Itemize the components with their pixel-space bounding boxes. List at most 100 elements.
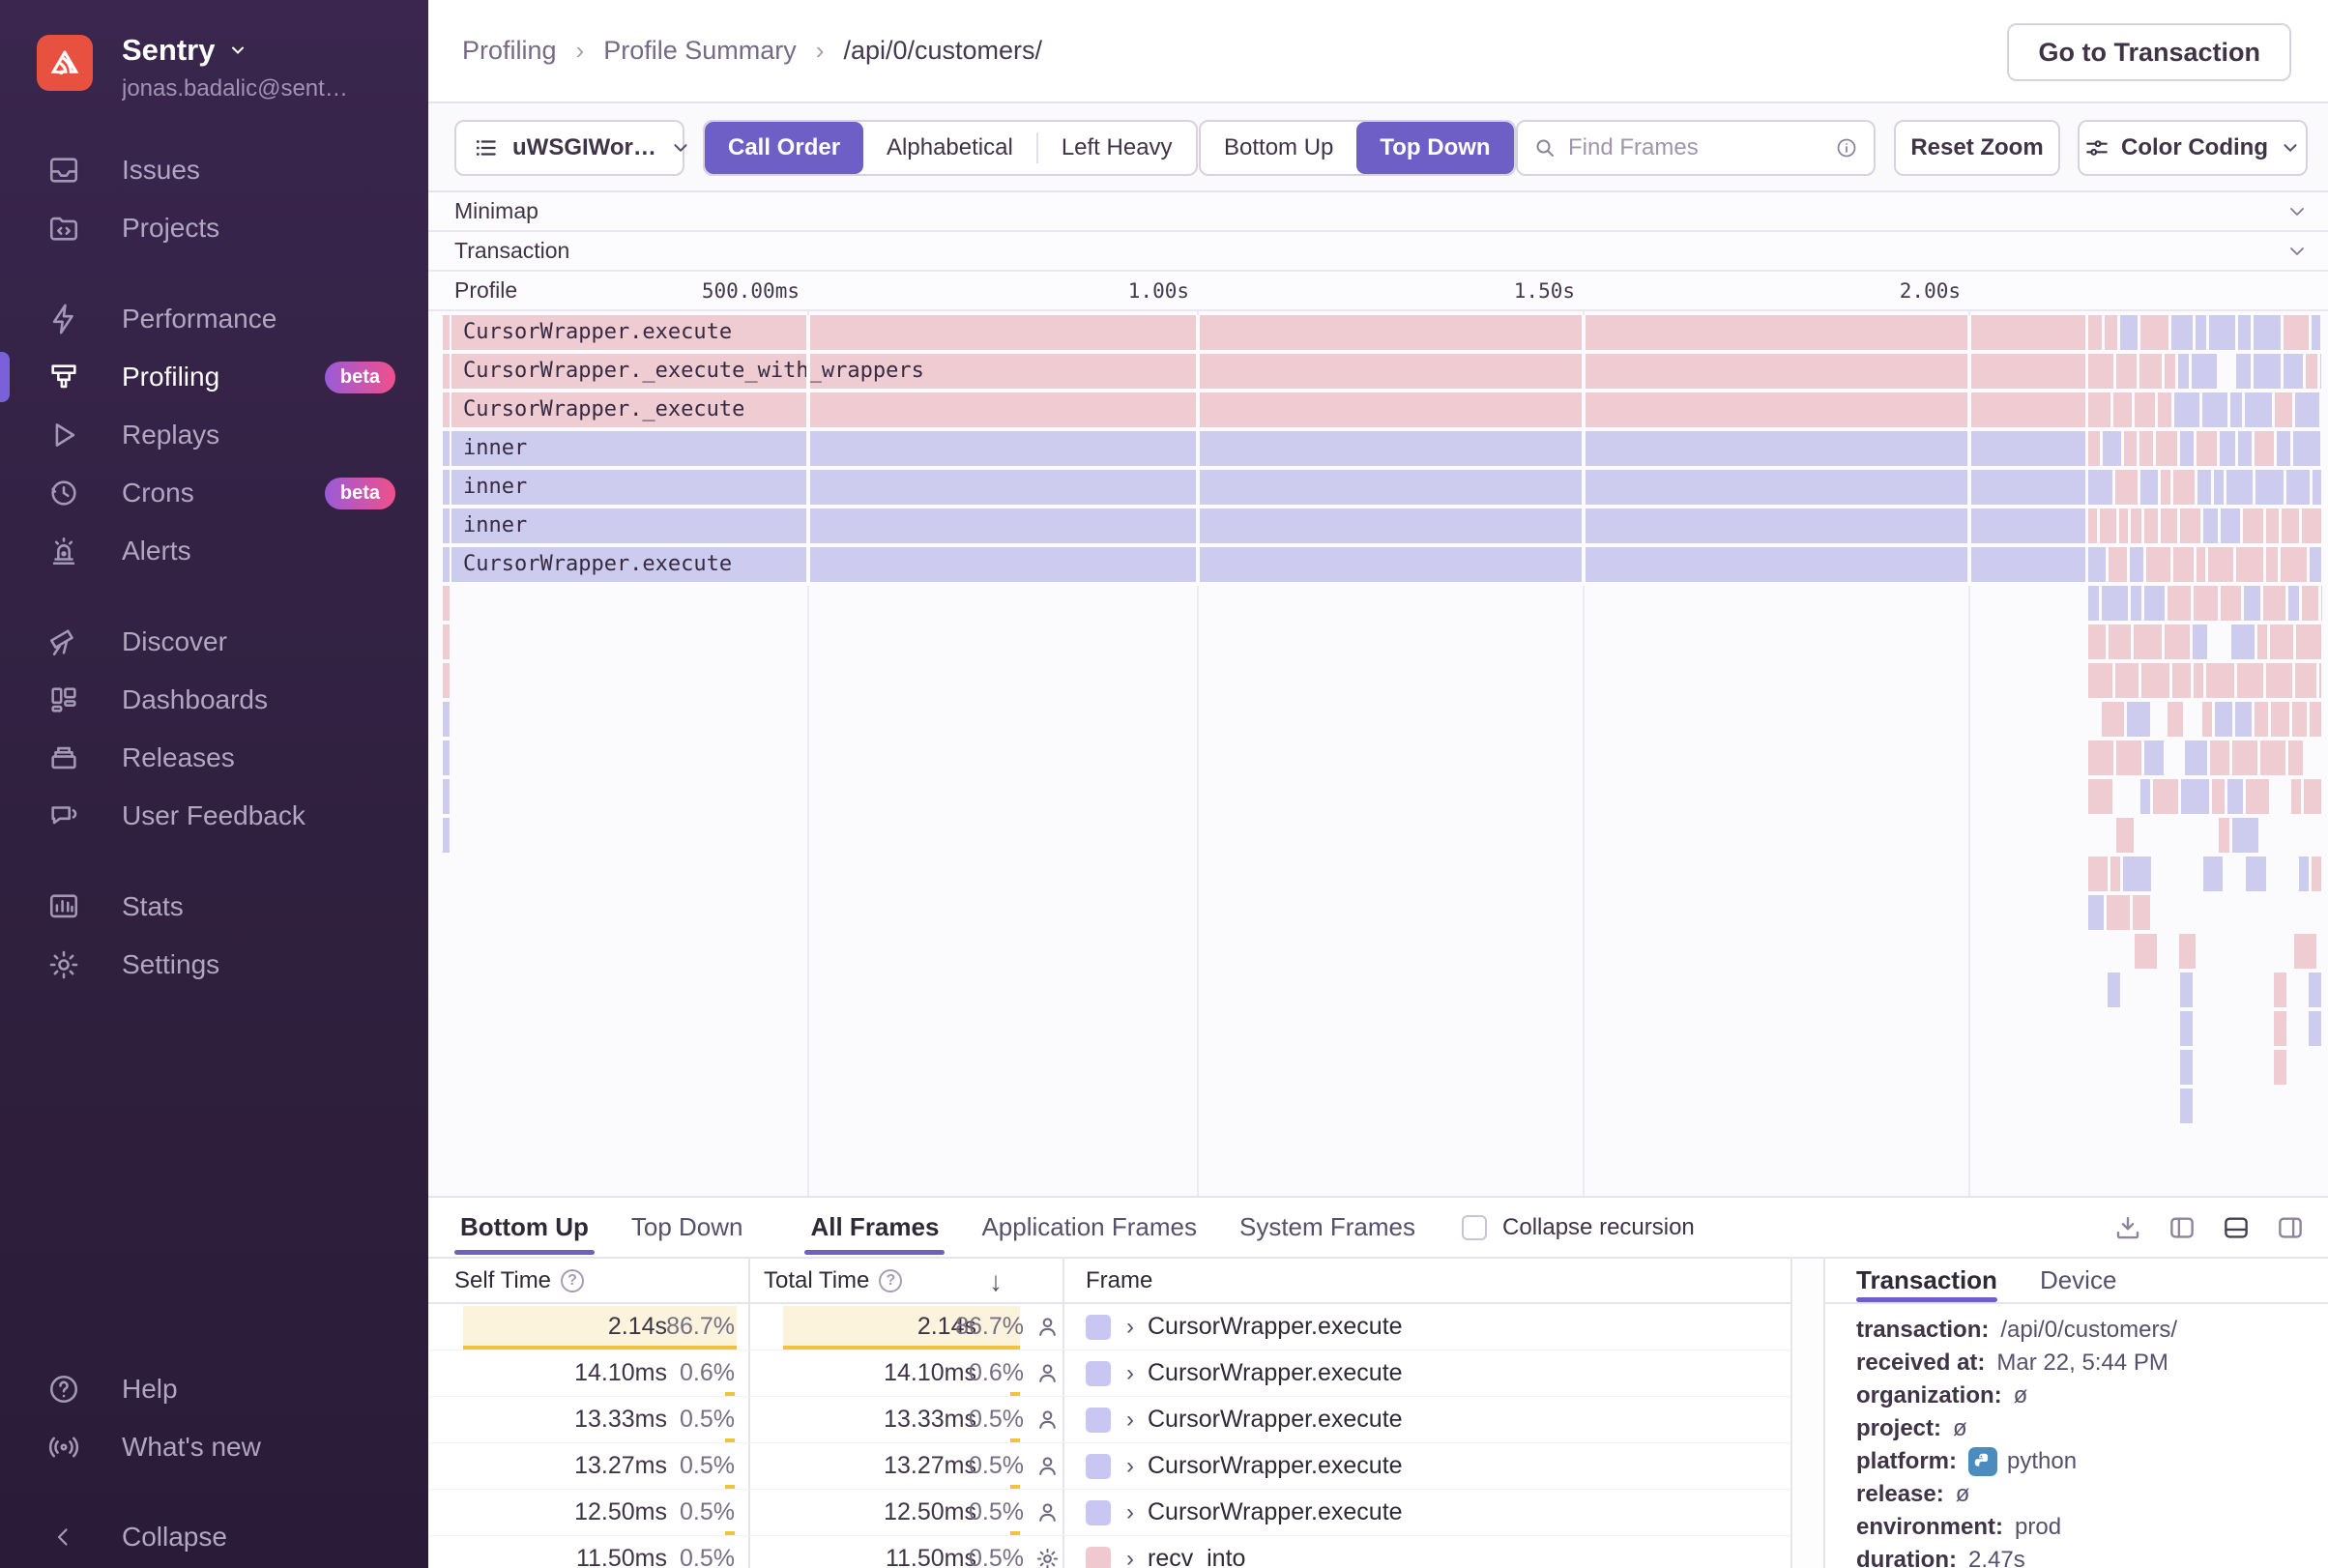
flame-frame-small[interactable] xyxy=(2088,431,2101,466)
flame-frame-small[interactable] xyxy=(2230,624,2255,659)
flame-frame-small[interactable] xyxy=(2266,547,2278,582)
flame-frame-small[interactable] xyxy=(2161,470,2170,505)
flame-frame-small[interactable] xyxy=(2295,663,2317,698)
flame-frame-small[interactable] xyxy=(2133,895,2151,930)
flame-frame-small[interactable] xyxy=(2227,779,2243,814)
flame-frame-small[interactable] xyxy=(2194,586,2218,621)
flame-frame-small[interactable] xyxy=(2303,779,2321,814)
flame-frame-small[interactable] xyxy=(2254,315,2281,350)
flame-frame-small[interactable] xyxy=(2235,702,2252,737)
flame-frame-small[interactable] xyxy=(2309,702,2321,737)
flame-frame-small[interactable] xyxy=(2135,934,2158,969)
flame-frame-small[interactable] xyxy=(2171,315,2194,350)
flame-frame-small[interactable] xyxy=(2292,702,2307,737)
flame-frame-small[interactable] xyxy=(2124,431,2138,466)
flame-frame-small[interactable] xyxy=(2230,392,2242,427)
flame-frame-small[interactable] xyxy=(2153,779,2179,814)
flame-frame-small[interactable] xyxy=(2203,508,2218,543)
user-icon[interactable] xyxy=(1034,1314,1061,1340)
flame-frame-small[interactable] xyxy=(2253,354,2281,389)
flame-frame-sliver[interactable] xyxy=(443,624,450,659)
flame-frame-small[interactable] xyxy=(2263,586,2285,621)
flame-frame-small[interactable] xyxy=(2226,470,2253,505)
gear-icon[interactable] xyxy=(1034,1546,1061,1568)
flame-frame-small[interactable] xyxy=(2180,1050,2193,1085)
flame-frame-small[interactable] xyxy=(2274,973,2286,1007)
tab-top-down[interactable]: Top Down xyxy=(626,1198,749,1257)
flame-frame-small[interactable] xyxy=(2265,663,2293,698)
flame-frame-small[interactable] xyxy=(2108,973,2120,1007)
flame-frame-small[interactable] xyxy=(2280,547,2308,582)
flame-frame-small[interactable] xyxy=(2180,508,2201,543)
flame-frame-small[interactable] xyxy=(2202,392,2228,427)
flame-frame-sliver[interactable] xyxy=(443,508,450,543)
flame-frame-small[interactable] xyxy=(2143,586,2166,621)
reset-zoom-button[interactable]: Reset Zoom xyxy=(1894,120,2060,176)
flame-frame-small[interactable] xyxy=(2192,354,2217,389)
flame-frame-small[interactable] xyxy=(2172,470,2195,505)
frame-header[interactable]: Frame xyxy=(1086,1259,1152,1302)
flame-frame-small[interactable] xyxy=(2134,624,2162,659)
flame-frame-small[interactable] xyxy=(2192,624,2208,659)
sidebar-item-what-s-new[interactable]: What's new xyxy=(0,1418,428,1476)
flame-frame-small[interactable] xyxy=(2130,586,2141,621)
flame-frame-small[interactable] xyxy=(2115,470,2139,505)
flame-frame-small[interactable] xyxy=(2115,663,2139,698)
flame-frame-small[interactable] xyxy=(2283,354,2304,389)
flame-frame-small[interactable] xyxy=(2088,624,2106,659)
flame-frame-small[interactable] xyxy=(2302,508,2321,543)
transaction-band[interactable]: Transaction xyxy=(428,232,2328,272)
sidebar-item-releases[interactable]: Releases xyxy=(0,729,428,787)
flame-frame-small[interactable] xyxy=(2255,470,2284,505)
sort-option-left-heavy[interactable]: Left Heavy xyxy=(1038,122,1196,174)
flame-frame-small[interactable] xyxy=(2306,354,2317,389)
flame-frame-sliver[interactable] xyxy=(443,818,450,853)
user-icon[interactable] xyxy=(1034,1453,1061,1479)
flame-frame-small[interactable] xyxy=(2270,624,2293,659)
flame-frame-small[interactable] xyxy=(2310,547,2321,582)
flame-frame-small[interactable] xyxy=(2118,508,2129,543)
flame-frame-small[interactable] xyxy=(2181,779,2210,814)
flame-frame-small[interactable] xyxy=(2139,431,2154,466)
sidebar-item-alerts[interactable]: Alerts xyxy=(0,522,428,580)
flame-frame-small[interactable] xyxy=(2214,702,2232,737)
flame-frame-small[interactable] xyxy=(2212,779,2226,814)
flame-frame-small[interactable] xyxy=(2243,586,2261,621)
flame-frame-sliver[interactable] xyxy=(443,431,450,466)
flame-frame[interactable]: CursorWrapper._execute_with_wrappers xyxy=(451,354,2085,389)
flame-frame-small[interactable] xyxy=(2158,392,2171,427)
layout-left-icon[interactable] xyxy=(2168,1213,2197,1242)
flame-frame-small[interactable] xyxy=(2180,973,2193,1007)
flame-frame-small[interactable] xyxy=(2088,470,2113,505)
table-row[interactable]: 11.50ms 0.5% 11.50ms 0.5% › recv_into xyxy=(428,1536,1790,1568)
flame-frame-small[interactable] xyxy=(2295,624,2321,659)
flame-frame[interactable]: inner xyxy=(451,508,2085,543)
flame-frame-small[interactable] xyxy=(2103,431,2122,466)
flame-frame-small[interactable] xyxy=(2160,508,2178,543)
flame-frame-small[interactable] xyxy=(2140,779,2151,814)
collapse-recursion-checkbox[interactable] xyxy=(1462,1214,1488,1240)
tab-bottom-up[interactable]: Bottom Up xyxy=(454,1198,595,1257)
flame-frame-small[interactable] xyxy=(2244,392,2273,427)
sidebar-item-crons[interactable]: Crons beta xyxy=(0,464,428,522)
flame-frame-small[interactable] xyxy=(2185,740,2208,775)
flame-frame-small[interactable] xyxy=(2245,779,2270,814)
flame-frame-small[interactable] xyxy=(2236,354,2251,389)
tab-all-frames[interactable]: All Frames xyxy=(804,1198,946,1257)
flame-frame-small[interactable] xyxy=(2100,508,2116,543)
flame-frame-small[interactable] xyxy=(2319,663,2321,698)
flame-frame[interactable]: CursorWrapper.execute xyxy=(451,547,2085,582)
flame-frame[interactable]: CursorWrapper.execute xyxy=(451,315,2085,350)
sidebar-item-discover[interactable]: Discover xyxy=(0,613,428,671)
flame-frame-small[interactable] xyxy=(2232,740,2257,775)
flame-frame-small[interactable] xyxy=(2282,508,2300,543)
flame-frame-small[interactable] xyxy=(2116,818,2134,853)
tab-system-frames[interactable]: System Frames xyxy=(1234,1198,1421,1257)
flame-frame-small[interactable] xyxy=(2298,857,2310,891)
flame-frame-small[interactable] xyxy=(2254,702,2269,737)
sidebar-item-user-feedback[interactable]: User Feedback xyxy=(0,787,428,845)
sentry-logo-icon[interactable] xyxy=(37,35,93,91)
flame-frame[interactable]: CursorWrapper._execute xyxy=(451,392,2085,427)
sidebar-item-profiling[interactable]: Profiling beta xyxy=(0,348,428,406)
flame-frame-small[interactable] xyxy=(2123,857,2151,891)
